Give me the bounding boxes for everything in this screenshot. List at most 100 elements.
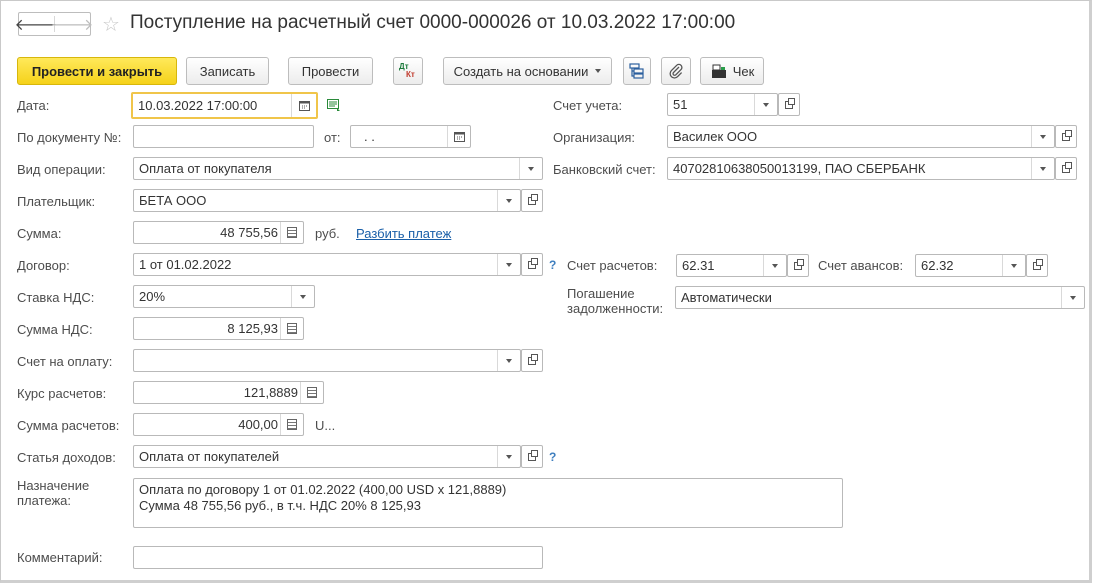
organization-label: Организация: xyxy=(553,130,636,145)
payment-purpose-textarea[interactable]: Оплата по договору 1 от 01.02.2022 (400,… xyxy=(133,478,843,528)
calculator-icon[interactable] xyxy=(280,414,303,435)
comment-label: Комментарий: xyxy=(17,550,103,565)
hierarchy-icon xyxy=(629,63,644,79)
open-organization-button[interactable] xyxy=(1055,125,1077,148)
receipt-button[interactable]: Чек xyxy=(700,57,764,85)
post-and-close-label: Провести и закрыть xyxy=(31,63,163,79)
chevron-down-icon[interactable] xyxy=(1061,287,1084,308)
chevron-down-icon[interactable] xyxy=(763,255,786,276)
amount-currency: руб. xyxy=(315,226,340,241)
doc-number-input[interactable] xyxy=(133,125,314,148)
vat-amount-label: Сумма НДС: xyxy=(17,322,93,337)
chevron-down-icon[interactable] xyxy=(497,446,520,467)
open-window-icon xyxy=(794,258,804,270)
rate-input[interactable]: 121,8889 xyxy=(133,381,324,404)
payer-label: Плательщик: xyxy=(17,194,96,209)
attachment-button[interactable] xyxy=(661,57,691,85)
purpose-line-1: Оплата по договору 1 от 01.02.2022 (400,… xyxy=(139,482,507,497)
chevron-down-icon[interactable] xyxy=(754,94,777,115)
calculator-icon[interactable] xyxy=(300,382,323,403)
dt-kt-button[interactable]: Дт Кт xyxy=(393,57,423,85)
income-item-label: Статья доходов: xyxy=(17,450,116,465)
vat-amount-input[interactable]: 8 125,93 xyxy=(133,317,304,340)
page-title: Поступление на расчетный счет 0000-00002… xyxy=(130,12,736,33)
doc-from-label: от: xyxy=(324,130,341,145)
advance-account-select[interactable]: 62.32 xyxy=(915,254,1026,277)
income-item-select[interactable]: Оплата от покупателей xyxy=(133,445,521,468)
calculator-icon[interactable] xyxy=(280,318,303,339)
calendar-icon xyxy=(447,126,470,147)
organization-select[interactable]: Василек ООО xyxy=(667,125,1055,148)
invoice-select[interactable] xyxy=(133,349,521,372)
chevron-down-icon[interactable] xyxy=(519,158,542,179)
income-item-help-icon[interactable]: ? xyxy=(549,450,556,464)
post-button[interactable]: Провести xyxy=(288,57,373,85)
doc-number-label: По документу №: xyxy=(17,130,122,145)
chevron-down-icon[interactable] xyxy=(497,350,520,371)
post-label: Провести xyxy=(301,63,360,79)
open-window-icon xyxy=(1033,258,1043,270)
settlement-amount-label: Сумма расчетов: xyxy=(17,418,120,433)
bank-account-label: Банковский счет: xyxy=(553,162,656,177)
dt-kt-icon: Дт Кт xyxy=(399,62,417,80)
account-select[interactable]: 51 xyxy=(667,93,778,116)
debt-repayment-value: Автоматически xyxy=(681,290,772,305)
bank-account-select[interactable]: 40702810638050013199, ПАО СБЕРБАНК xyxy=(667,157,1055,180)
open-bank-account-button[interactable] xyxy=(1055,157,1077,180)
save-button[interactable]: Записать xyxy=(186,57,269,85)
split-payment-link[interactable]: Разбить платеж xyxy=(356,226,451,241)
vat-rate-label: Ставка НДС: xyxy=(17,290,95,305)
calendar-icon xyxy=(291,94,316,117)
amount-label: Сумма: xyxy=(17,226,62,241)
open-window-icon xyxy=(528,353,538,365)
open-contract-button[interactable] xyxy=(521,253,543,276)
vat-rate-select[interactable]: 20% xyxy=(133,285,315,308)
chevron-down-icon[interactable] xyxy=(497,190,520,211)
settlement-account-select[interactable]: 62.31 xyxy=(676,254,787,277)
chevron-down-icon[interactable] xyxy=(1031,158,1054,179)
comment-input[interactable] xyxy=(133,546,543,569)
debt-repayment-select[interactable]: Автоматически xyxy=(675,286,1085,309)
date-value: 10.03.2022 17:00:00 xyxy=(138,98,258,113)
contract-select[interactable]: 1 от 01.02.2022 xyxy=(133,253,521,276)
forward-button[interactable]: 🡒 xyxy=(51,12,94,36)
favorite-star-icon[interactable]: ☆ xyxy=(102,12,120,37)
chevron-down-icon[interactable] xyxy=(1031,126,1054,147)
payer-value: БЕТА ООО xyxy=(139,193,207,208)
back-button[interactable]: 🡐 xyxy=(15,12,58,36)
open-invoice-button[interactable] xyxy=(521,349,543,372)
open-advance-account-button[interactable] xyxy=(1026,254,1048,277)
doc-from-value: . . xyxy=(364,129,375,144)
open-account-button[interactable] xyxy=(778,93,800,116)
open-payer-button[interactable] xyxy=(521,189,543,212)
chevron-down-icon[interactable] xyxy=(1002,255,1025,276)
create-based-on-button[interactable]: Создать на основании xyxy=(443,57,612,85)
purpose-line-2: Сумма 48 755,56 руб., в т.ч. НДС 20% 8 1… xyxy=(139,498,421,513)
chevron-down-icon[interactable] xyxy=(291,286,314,307)
amount-input[interactable]: 48 755,56 xyxy=(133,221,304,244)
payer-select[interactable]: БЕТА ООО xyxy=(133,189,521,212)
settlement-amount-input[interactable]: 400,00 xyxy=(133,413,304,436)
account-label: Счет учета: xyxy=(553,98,623,113)
calculator-icon[interactable] xyxy=(280,222,303,243)
operation-type-label: Вид операции: xyxy=(17,162,106,177)
open-income-item-button[interactable] xyxy=(521,445,543,468)
vat-amount-value: 8 125,93 xyxy=(227,321,278,336)
contract-value: 1 от 01.02.2022 xyxy=(139,257,232,272)
structure-button[interactable] xyxy=(623,57,651,85)
document-list-icon[interactable] xyxy=(327,99,343,113)
doc-from-date-input[interactable]: . . xyxy=(350,125,471,148)
post-and-close-button[interactable]: Провести и закрыть xyxy=(17,57,177,85)
date-field[interactable]: 10.03.2022 17:00:00 xyxy=(131,92,318,119)
income-item-value: Оплата от покупателей xyxy=(139,449,280,464)
open-settlement-account-button[interactable] xyxy=(787,254,809,277)
contract-help-icon[interactable]: ? xyxy=(549,258,556,272)
open-window-icon xyxy=(785,97,795,109)
document-window: 🡐 🡒 ☆ Поступление на расчетный счет 0000… xyxy=(0,0,1092,583)
open-window-icon xyxy=(1062,129,1072,141)
open-window-icon xyxy=(528,257,538,269)
operation-type-select[interactable]: Оплата от покупателя xyxy=(133,157,543,180)
open-window-icon xyxy=(528,449,538,461)
chevron-down-icon[interactable] xyxy=(497,254,520,275)
vat-rate-value: 20% xyxy=(139,289,166,304)
